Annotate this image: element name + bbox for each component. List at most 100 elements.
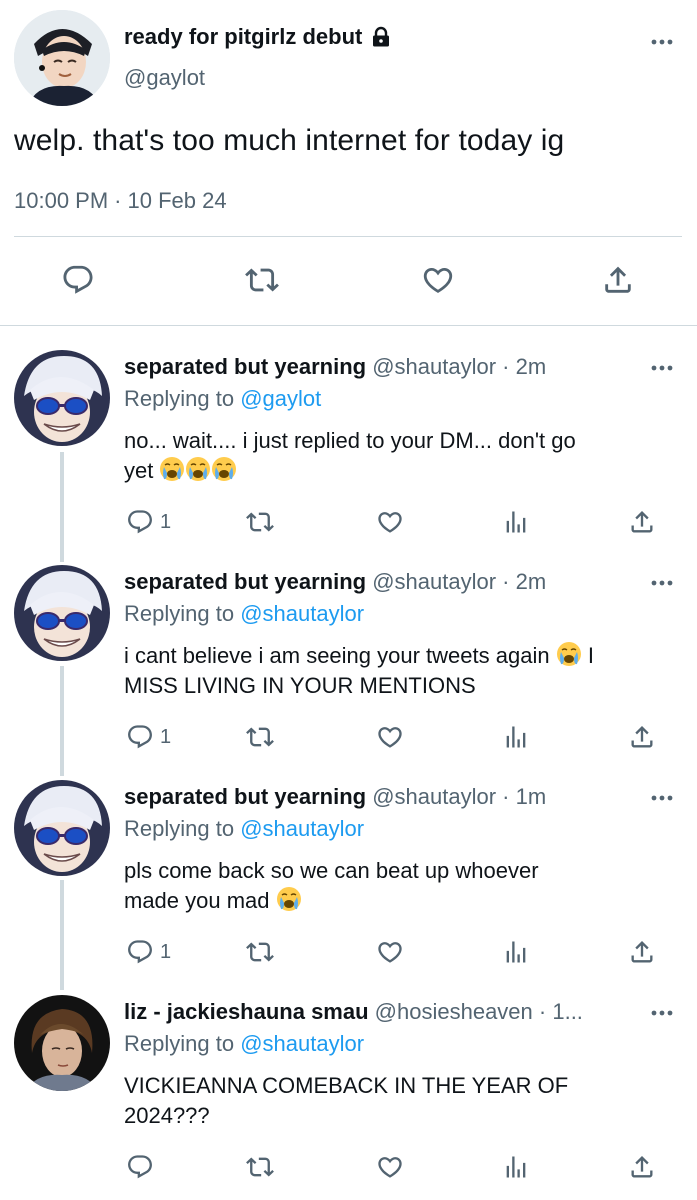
reply-icon [61,263,95,297]
tweet-time[interactable]: 10:00 PM [14,188,108,214]
retweet-button[interactable] [246,717,274,757]
reply-text-line: MISS LIVING IN YOUR MENTIONS [124,673,476,698]
reply-icon [126,938,154,966]
reply-author-name[interactable]: separated but yearning [124,569,366,594]
reply-button[interactable]: 1 [126,717,171,757]
reply-tweet[interactable]: separated but yearning @shautaylor · 1m … [0,772,697,982]
retweet-button[interactable] [246,1147,274,1187]
reply-author-handle[interactable]: @shautaylor [372,784,496,809]
reply-author-handle[interactable]: @shautaylor [372,569,496,594]
main-author-avatar[interactable] [14,10,110,106]
tweet-date[interactable]: 10 Feb 24 [128,188,227,214]
reply-time[interactable]: · 1... [539,999,583,1024]
retweet-button[interactable] [246,932,274,972]
views-button[interactable] [502,1147,530,1187]
main-author-name[interactable]: ready for pitgirlz debut [124,24,362,50]
reply-header: liz - jackieshauna smau @hosiesheaven · … [124,999,639,1025]
replying-to-mention[interactable]: @shautaylor [240,601,364,626]
reply-author-handle[interactable]: @hosiesheaven [375,999,533,1024]
reply-text-segment: i cant believe i am seeing your tweets a… [124,643,550,668]
views-button[interactable] [502,502,530,542]
reply-text: no... wait.... i just replied to your DM… [124,426,664,486]
more-options-icon[interactable] [648,358,676,378]
reply-author-avatar[interactable] [14,780,110,876]
reply-text: VICKIEANNA COMEBACK IN THE YEAR OF 2024?… [124,1071,664,1131]
share-icon [628,508,656,536]
reply-text-line: no... wait.... i just replied to your DM… [124,428,576,453]
more-options-icon[interactable] [648,573,676,593]
more-options-icon[interactable] [648,788,676,808]
views-icon [502,938,530,966]
like-button[interactable] [376,1147,404,1187]
like-button[interactable] [376,717,404,757]
views-button[interactable] [502,717,530,757]
loudly-crying-emoji-icon [276,886,302,912]
reply-button[interactable]: 1 [126,932,171,972]
reply-author-name[interactable]: separated but yearning [124,354,366,379]
reply-button[interactable] [58,260,98,300]
reply-text-line: 2024??? [124,1103,210,1128]
replying-to: Replying to @shautaylor [124,1031,364,1057]
reply-button[interactable]: 1 [126,502,171,542]
replying-to-mention[interactable]: @shautaylor [240,816,364,841]
reply-author-name[interactable]: liz - jackieshauna smau [124,999,369,1024]
retweet-icon [246,1153,274,1181]
reply-time[interactable]: · 2m [502,354,546,379]
reply-author-name[interactable]: separated but yearning [124,784,366,809]
views-button[interactable] [502,932,530,972]
reply-tweet[interactable]: separated but yearning @shautaylor · 2m … [0,342,697,552]
reply-action-bar: 1 [124,717,664,757]
views-icon [502,508,530,536]
reply-header: separated but yearning @shautaylor · 2m [124,354,639,380]
reply-header: separated but yearning @shautaylor · 2m [124,569,639,595]
reply-text-line: VICKIEANNA COMEBACK IN THE YEAR OF [124,1073,569,1098]
replying-to: Replying to @shautaylor [124,816,364,842]
reply-text: i cant believe i am seeing your tweets a… [124,641,664,701]
tweet-text: welp. that's too much internet for today… [14,124,565,157]
reply-time[interactable]: · 2m [502,569,546,594]
tweet-timestamp[interactable]: 10:00 PM · 10 Feb 24 [14,188,227,214]
replying-to-label: Replying to [124,816,235,841]
heart-icon [376,723,404,751]
reply-author-avatar[interactable] [14,995,110,1091]
like-button[interactable] [376,932,404,972]
reply-count: 1 [160,725,172,748]
retweet-button[interactable] [242,260,282,300]
reply-time[interactable]: · 1m [502,784,546,809]
retweet-icon [246,723,274,751]
replying-to-label: Replying to [124,386,235,411]
more-options-icon[interactable] [648,32,676,52]
like-button[interactable] [376,502,404,542]
share-button[interactable] [628,717,656,757]
share-button[interactable] [628,502,656,542]
retweet-icon [246,938,274,966]
divider [14,236,682,237]
reply-icon [126,1153,154,1181]
reply-text-segment: yet [124,458,154,483]
reply-author-avatar[interactable] [14,350,110,446]
heart-icon [376,938,404,966]
reply-tweet[interactable]: liz - jackieshauna smau @hosiesheaven · … [0,987,697,1200]
main-action-bar [0,250,697,310]
retweet-button[interactable] [246,502,274,542]
replying-to-mention[interactable]: @gaylot [240,386,321,411]
main-author-handle[interactable]: @gaylot [124,65,205,91]
share-button[interactable] [628,1147,656,1187]
reply-text-line: i cant believe i am seeing your tweets a… [124,641,664,671]
replying-to-mention[interactable]: @shautaylor [240,1031,364,1056]
reply-author-handle[interactable]: @shautaylor [372,354,496,379]
reply-text-line: yet [124,456,664,486]
share-button[interactable] [598,260,638,300]
more-options-icon[interactable] [648,1003,676,1023]
retweet-icon [246,508,274,536]
reply-button[interactable] [126,1147,160,1187]
reply-text-segment: made you mad [124,888,270,913]
like-button[interactable] [418,260,458,300]
views-icon [502,723,530,751]
reply-count: 1 [160,940,172,963]
reply-author-avatar[interactable] [14,565,110,661]
share-icon [628,723,656,751]
share-button[interactable] [628,932,656,972]
reply-tweet[interactable]: separated but yearning @shautaylor · 2m … [0,557,697,767]
divider [0,325,697,326]
